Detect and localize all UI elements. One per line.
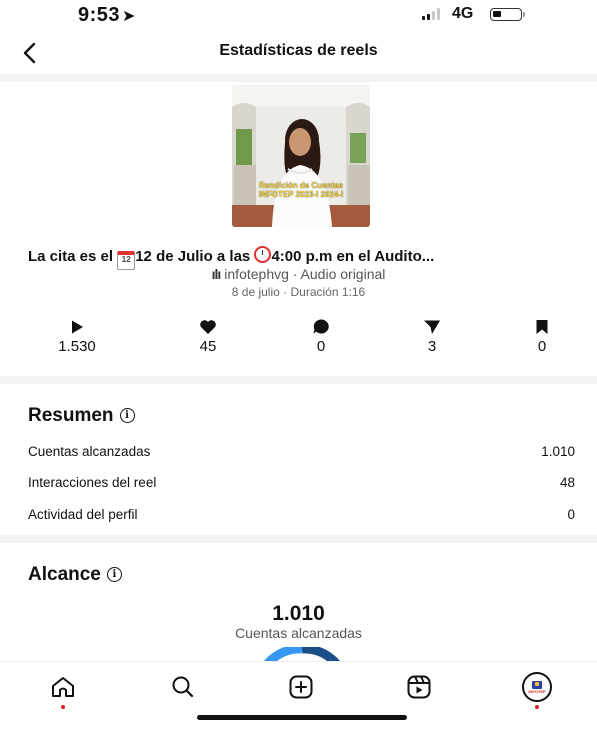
page-title: Estadísticas de reels — [219, 42, 378, 59]
play-icon — [72, 320, 83, 334]
comment-icon — [313, 319, 329, 334]
create-icon — [289, 675, 313, 699]
battery-icon — [490, 8, 522, 21]
home-indicator[interactable] — [197, 715, 407, 720]
metrics-row: 1.530 45 0 3 0 — [0, 318, 597, 358]
signal-strength-icon — [422, 8, 440, 20]
info-icon[interactable]: i — [119, 408, 135, 423]
metric-saves: 0 — [502, 318, 582, 355]
search-icon — [172, 676, 194, 698]
section-divider — [0, 376, 597, 384]
metric-likes: 45 — [168, 318, 248, 355]
notification-dot — [535, 705, 539, 709]
metric-comments: 0 — [281, 318, 361, 355]
alarm-clock-emoji-icon — [254, 246, 272, 263]
home-icon — [52, 677, 74, 697]
bookmark-icon — [536, 320, 548, 334]
notification-dot — [61, 705, 65, 709]
share-icon — [424, 320, 440, 334]
reels-icon — [407, 675, 431, 699]
reel-date-duration: 8 de julio · Duración 1:16 — [231, 285, 366, 299]
alcance-title: Alcance i — [28, 564, 122, 586]
audio-wave-icon: ılı — [211, 266, 222, 282]
section-divider-2 — [0, 535, 597, 543]
tab-reels[interactable] — [402, 670, 436, 704]
header-divider — [0, 74, 597, 82]
profile-avatar: INFOTEP — [522, 672, 552, 702]
status-bar: 9:53 ➤ 4G — [0, 0, 597, 34]
reach-label: Cuentas alcanzadas — [235, 625, 362, 641]
info-icon[interactable]: i — [106, 567, 122, 582]
network-type: 4G — [452, 5, 474, 22]
metric-plays: 1.530 — [37, 318, 117, 355]
tab-create[interactable] — [284, 670, 318, 704]
tab-profile[interactable]: INFOTEP — [520, 670, 554, 709]
tab-search[interactable] — [166, 670, 200, 704]
heart-icon — [200, 320, 216, 334]
header: Estadísticas de reels — [0, 34, 597, 72]
reach-number: 1.010 — [272, 602, 325, 625]
metric-shares: 3 — [392, 318, 472, 355]
battery-tip — [523, 12, 525, 17]
reach-donut-chart — [258, 647, 346, 661]
thumbnail-overlay-text: Rendición de Cuentas INFOTEP 2023-I 2024… — [258, 181, 344, 199]
time-text: 9:53 — [78, 4, 121, 26]
resumen-title: Resumen i — [28, 405, 135, 427]
location-arrow-icon: ➤ — [122, 8, 136, 25]
audio-info[interactable]: ılı infotephvg · Audio original — [0, 266, 597, 282]
reel-thumbnail[interactable]: Rendición de Cuentas INFOTEP 2023-I 2024… — [232, 85, 370, 227]
tab-home[interactable] — [46, 670, 80, 709]
status-time: 9:53 ➤ — [78, 4, 136, 27]
